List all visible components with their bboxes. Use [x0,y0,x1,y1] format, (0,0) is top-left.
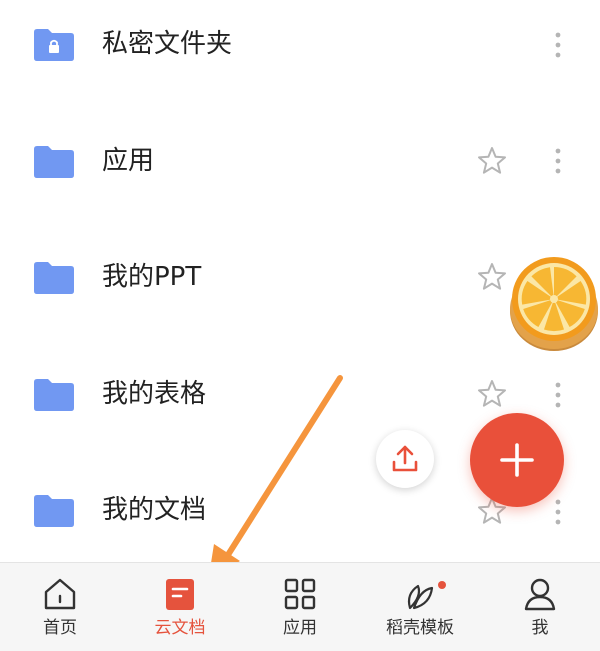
folder-label: 应用 [102,146,155,176]
nav-item-apps[interactable]: 应用 [240,563,360,651]
more-vertical-icon[interactable] [548,30,568,60]
folder-icon [34,146,74,178]
nav-item-me[interactable]: 我 [480,563,600,651]
notification-badge [438,581,446,589]
folder-icon [34,495,74,527]
home-icon [44,578,76,610]
folder-label: 私密文件夹 [102,29,233,59]
more-vertical-icon[interactable] [548,380,568,410]
upload-button[interactable] [376,430,434,488]
folder-label: 我的PPT [102,262,202,292]
star-icon[interactable] [476,378,508,410]
nav-label: 云文档 [154,618,206,638]
nav-label: 首页 [43,618,77,638]
nav-item-templates[interactable]: 稻壳模板 [360,563,480,651]
folder-row-apps[interactable]: 应用 [0,117,600,207]
folder-label: 我的表格 [102,379,207,409]
folder-icon [34,262,74,294]
folder-icon [34,379,74,411]
star-icon[interactable] [476,261,508,293]
nav-label: 应用 [283,618,317,638]
template-leaf-icon [407,584,434,610]
cloud-doc-icon [166,579,194,610]
star-icon[interactable] [476,145,508,177]
nav-label: 我 [531,618,549,638]
lock-folder-icon [34,29,74,61]
orange-slice-widget[interactable] [508,257,600,353]
add-button[interactable] [470,413,564,507]
plus-icon [500,443,534,477]
nav-item-home[interactable]: 首页 [0,563,120,651]
more-vertical-icon[interactable] [548,497,568,527]
folder-row-private[interactable]: 私密文件夹 [0,0,600,90]
more-vertical-icon[interactable] [548,146,568,176]
upload-icon [392,445,418,472]
folder-label: 我的文档 [102,495,207,525]
nav-item-cloud-docs[interactable]: 云文档 [120,563,240,651]
apps-grid-icon [284,578,316,610]
nav-label: 稻壳模板 [386,618,454,638]
bottom-nav: 首页 云文档 应用 稻壳模板 我 [0,562,600,651]
user-icon [524,578,556,611]
